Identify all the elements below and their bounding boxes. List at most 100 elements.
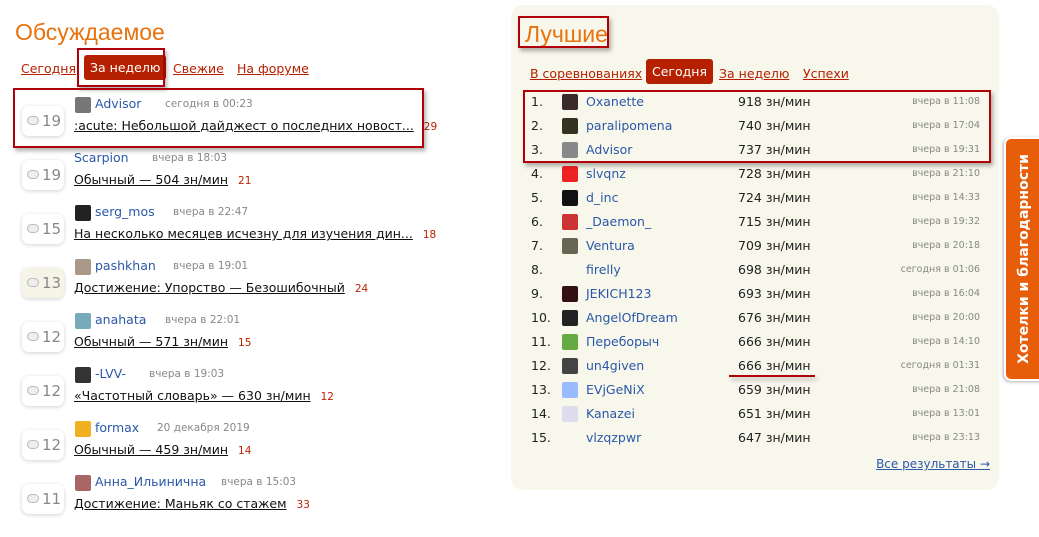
leaderboard-row: 13. EVjGeNiX 659 зн/мин вчера в 21:08 <box>511 378 999 402</box>
leaderboard-row: 15. vlzqzpwr 647 зн/мин вчера в 23:13 <box>511 426 999 450</box>
result-time: вчера в 11:08 <box>912 96 980 107</box>
comment-count-badge[interactable]: 19 <box>22 160 64 190</box>
user-link[interactable]: JEKICH123 <box>586 286 651 301</box>
comment-bubble-icon <box>27 494 39 503</box>
post-title-link[interactable]: «Частотный словарь» — 630 зн/мин 12 <box>74 388 334 403</box>
comment-count-badge[interactable]: 19 <box>22 106 64 136</box>
user-link[interactable]: Анна_Ильинична <box>95 474 206 489</box>
user-link[interactable]: Advisor <box>95 96 141 111</box>
speed: 651 зн/мин <box>738 406 811 421</box>
avatar <box>562 238 578 254</box>
post-title-link[interactable]: Обычный — 459 зн/мин 14 <box>74 442 251 457</box>
feedback-side-tab[interactable]: Хотелки и благодарности <box>1004 137 1039 381</box>
post-time: 20 декабря 2019 <box>157 422 250 434</box>
comment-count-badge[interactable]: 12 <box>22 430 64 460</box>
result-time: вчера в 14:10 <box>912 336 980 347</box>
speed: 676 зн/мин <box>738 310 811 325</box>
speed: 740 зн/мин <box>738 118 811 133</box>
rank: 14. <box>531 406 551 421</box>
user-link[interactable]: _Daemon_ <box>586 214 651 229</box>
avatar <box>75 97 91 113</box>
post-title-link[interactable]: Обычный — 504 зн/мин 21 <box>74 172 251 187</box>
comment-count-badge[interactable]: 11 <box>22 484 64 514</box>
user-link[interactable]: un4given <box>586 358 644 373</box>
discussed-title: Обсуждаемое <box>15 19 165 45</box>
user-link[interactable]: Oxanette <box>586 94 644 109</box>
result-time: вчера в 21:08 <box>912 384 980 395</box>
tab-forum[interactable]: На форуме <box>237 61 309 76</box>
user-link[interactable]: firelly <box>586 262 621 277</box>
comment-bubble-icon <box>27 332 39 341</box>
user-link[interactable]: Advisor <box>586 142 632 157</box>
discussion-item: 19 Advisor сегодня в 00:23 :acute: Небол… <box>20 96 440 150</box>
tab-best-week[interactable]: За неделю <box>719 66 789 81</box>
result-time: вчера в 21:10 <box>912 168 980 179</box>
post-title-link[interactable]: Достижение: Маньяк со стажем 33 <box>74 496 310 511</box>
speed: 666 зн/мин <box>738 358 811 373</box>
user-link[interactable]: AngelOfDream <box>586 310 678 325</box>
user-link[interactable]: Переборыч <box>586 334 659 349</box>
avatar <box>562 286 578 302</box>
post-title: Обычный — 504 зн/мин <box>74 172 229 187</box>
post-title: Достижение: Маньяк со стажем <box>74 496 287 511</box>
avatar <box>562 310 578 326</box>
user-link[interactable]: Ventura <box>586 238 635 253</box>
speed: 724 зн/мин <box>738 190 811 205</box>
user-link[interactable]: anahata <box>95 312 146 327</box>
rank: 15. <box>531 430 551 445</box>
post-title-link[interactable]: :acute: Небольшой дайджест о последних н… <box>74 118 437 133</box>
rank: 3. <box>531 142 543 157</box>
avatar <box>562 142 578 158</box>
result-time: вчера в 23:13 <box>912 432 980 443</box>
tab-fresh[interactable]: Свежие <box>173 61 224 76</box>
user-link[interactable]: serg_mos <box>95 204 155 219</box>
comment-count-badge[interactable]: 15 <box>22 214 64 244</box>
user-link[interactable]: slvqnz <box>586 166 626 181</box>
avatar <box>562 334 578 350</box>
best-panel: Лучшие В соревнованиях Сегодня За неделю… <box>511 5 999 490</box>
user-link[interactable]: vlzqzpwr <box>586 430 641 445</box>
post-time: вчера в 15:03 <box>221 476 297 488</box>
all-results-link[interactable]: Все результаты → <box>876 457 990 471</box>
comment-bubble-icon <box>27 116 39 125</box>
tab-week[interactable]: За неделю <box>84 55 167 80</box>
user-link[interactable]: d_inc <box>586 190 618 205</box>
discussion-item: 12 anahata вчера в 22:01 Обычный — 571 з… <box>20 312 440 366</box>
user-link[interactable]: EVjGeNiX <box>586 382 645 397</box>
comment-count-badge[interactable]: 12 <box>22 376 64 406</box>
tab-today[interactable]: Сегодня <box>21 61 76 76</box>
user-link[interactable]: formax <box>95 420 139 435</box>
comment-count: 19 <box>42 112 62 130</box>
tab-competitions[interactable]: В соревнованиях <box>530 66 642 81</box>
user-link[interactable]: -LVV- <box>95 366 126 381</box>
comment-count-badge[interactable]: 13 <box>22 268 64 298</box>
user-link[interactable]: Kanazei <box>586 406 635 421</box>
speed: 693 зн/мин <box>738 286 811 301</box>
comment-bubble-icon <box>27 278 39 287</box>
user-link[interactable]: pashkhan <box>95 258 156 273</box>
post-count: 12 <box>320 391 334 403</box>
user-link[interactable]: paralipomena <box>586 118 672 133</box>
speed: 728 зн/мин <box>738 166 811 181</box>
tab-best-today[interactable]: Сегодня <box>646 59 713 84</box>
feedback-side-tab-label: Хотелки и благодарности <box>1016 154 1032 364</box>
post-time: вчера в 22:01 <box>165 314 241 326</box>
comment-count: 12 <box>42 436 62 454</box>
avatar <box>562 358 578 374</box>
avatar <box>75 421 91 437</box>
post-title-link[interactable]: На несколько месяцев исчезну для изучени… <box>74 226 436 241</box>
speed: 659 зн/мин <box>738 382 811 397</box>
user-link[interactable]: Scarpion <box>74 150 129 165</box>
post-title-link[interactable]: Обычный — 571 зн/мин 15 <box>74 334 251 349</box>
leaderboard-row: 14. Kanazei 651 зн/мин вчера в 13:01 <box>511 402 999 426</box>
rank: 4. <box>531 166 543 181</box>
rank: 5. <box>531 190 543 205</box>
tab-achievements[interactable]: Успехи <box>803 66 849 81</box>
leaderboard-row: 10. AngelOfDream 676 зн/мин вчера в 20:0… <box>511 306 999 330</box>
post-title: «Частотный словарь» — 630 зн/мин <box>74 388 311 403</box>
best-title: Лучшие <box>525 21 608 47</box>
post-time: сегодня в 00:23 <box>165 98 253 110</box>
comment-count: 19 <box>42 166 62 184</box>
comment-count-badge[interactable]: 12 <box>22 322 64 352</box>
post-title-link[interactable]: Достижение: Упорство — Безошибочный 24 <box>74 280 368 295</box>
